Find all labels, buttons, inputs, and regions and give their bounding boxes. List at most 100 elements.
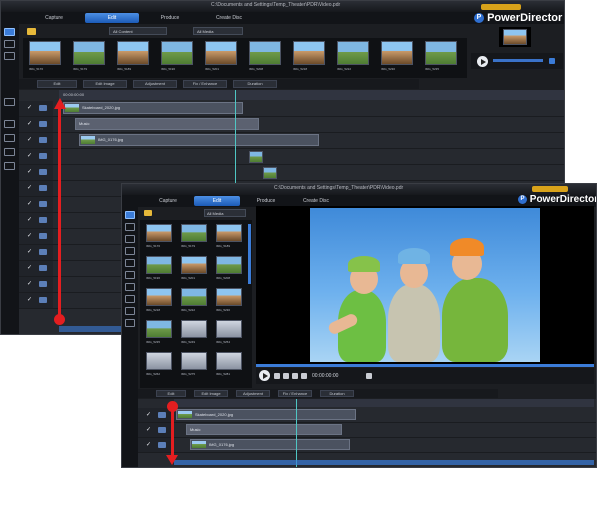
timeline-clip[interactable] [249,151,263,163]
library-thumb[interactable] [216,256,242,274]
check-icon[interactable]: ✓ [27,153,33,159]
media-room-icon[interactable] [125,211,135,219]
library-scrollbar[interactable] [248,224,251,284]
front-tab-create-disc[interactable]: Create Disc [292,196,340,206]
library-thumb[interactable] [117,41,149,65]
library-thumb[interactable] [73,41,105,65]
library-thumb[interactable] [381,41,413,65]
check-icon[interactable]: ✓ [146,412,152,418]
check-icon[interactable]: ✓ [27,233,33,239]
play-icon[interactable] [477,56,488,67]
library-thumb[interactable] [425,41,457,65]
subtitle-room-icon[interactable] [125,319,135,327]
duration-button[interactable]: Duration [233,80,277,88]
snapshot-icon[interactable] [366,373,372,379]
preview-scrub-bar[interactable] [256,364,594,367]
audio-thumb[interactable] [146,352,172,370]
folder-icon[interactable] [144,210,152,216]
pip-room-icon[interactable] [125,235,135,243]
adjustment-button[interactable]: Adjustment [133,80,177,88]
title-room-icon[interactable] [125,259,135,267]
check-icon[interactable]: ✓ [146,442,152,448]
front-tab-edit[interactable]: Edit [194,196,240,206]
upgrade-badge[interactable] [481,4,521,10]
library-thumb[interactable] [146,320,172,338]
check-icon[interactable]: ✓ [27,185,33,191]
pip-room-icon[interactable] [4,52,15,60]
front-tab-produce[interactable]: Produce [244,196,288,206]
audio-thumb[interactable] [181,320,207,338]
library-thumb[interactable] [181,256,207,274]
stop-icon[interactable] [274,373,280,379]
prev-frame-icon[interactable] [283,373,289,379]
back-tab-capture[interactable]: Capture [29,13,79,23]
check-icon[interactable]: ✓ [27,217,33,223]
play-icon[interactable] [259,370,270,381]
edit-image-button[interactable]: Edit Image [83,80,127,88]
timeline-clip[interactable]: Skateboard_2020.jpg [63,102,243,114]
fix-enhance-button[interactable]: Fix / Enhance [183,80,227,88]
library-thumb[interactable] [161,41,193,65]
front-tab-capture[interactable]: Capture [146,196,190,206]
folder-icon[interactable] [27,28,36,35]
library-thumb[interactable] [146,224,172,242]
check-icon[interactable]: ✓ [27,169,33,175]
timeline-playhead[interactable] [296,399,297,467]
library-thumb[interactable] [337,41,369,65]
check-icon[interactable]: ✓ [146,427,152,433]
timeline-clip[interactable]: Skateboard_2020.jpg [176,409,356,420]
audio-thumb[interactable] [216,352,242,370]
check-icon[interactable]: ✓ [27,281,33,287]
library-thumb[interactable] [146,256,172,274]
next-frame-icon[interactable] [292,373,298,379]
timeline-clip[interactable]: Music [75,118,259,130]
particle-room-icon[interactable] [4,120,15,128]
edit-button[interactable]: Edit [156,390,186,397]
effects-room-icon[interactable] [4,40,15,48]
timeline-ruler[interactable] [174,399,594,407]
timeline-clip[interactable]: Music [186,424,342,435]
audio-thumb[interactable] [181,352,207,370]
transition-room-icon[interactable] [125,271,135,279]
check-icon[interactable]: ✓ [27,121,33,127]
library-thumb[interactable] [205,41,237,65]
duration-button[interactable]: Duration [320,390,354,397]
back-scrub-bar[interactable] [493,59,543,62]
fast-forward-icon[interactable] [301,373,307,379]
edit-image-button[interactable]: Edit Image [194,390,228,397]
library-thumb[interactable] [29,41,61,65]
back-tab-produce[interactable]: Produce [145,13,195,23]
library-thumb[interactable] [216,288,242,306]
back-tab-edit[interactable]: Edit [85,13,139,23]
check-icon[interactable]: ✓ [27,137,33,143]
edit-button[interactable]: Edit [37,80,77,88]
library-thumb[interactable] [216,224,242,242]
timeline-clip[interactable] [263,167,277,179]
library-thumb[interactable] [249,41,281,65]
title-room-icon[interactable] [4,134,15,142]
transition-room-icon[interactable] [4,148,15,156]
back-tab-create-disc[interactable]: Create Disc [201,13,257,23]
audio-thumb[interactable] [216,320,242,338]
voice-over-icon[interactable] [125,295,135,303]
timeline-ruler[interactable]: 00:00:00:00 [59,90,564,100]
chapter-room-icon[interactable] [125,307,135,315]
timeline-clip[interactable]: IMG_0176.jpg [79,134,319,146]
media-room-icon[interactable] [4,28,15,36]
particle-room-icon[interactable] [125,247,135,255]
timeline-scrollbar[interactable] [174,460,594,465]
effects-room-icon[interactable] [125,223,135,231]
check-icon[interactable]: ✓ [27,265,33,271]
media-filter-dropdown[interactable]: All Media [193,27,243,35]
library-thumb[interactable] [293,41,325,65]
library-thumb[interactable] [146,288,172,306]
library-thumb[interactable] [181,288,207,306]
adjustment-button[interactable]: Adjustment [236,390,270,397]
fullscreen-icon[interactable] [549,58,555,64]
check-icon[interactable]: ✓ [27,201,33,207]
content-filter-dropdown[interactable]: All Content [109,27,167,35]
audio-mixing-icon[interactable] [4,162,15,170]
check-icon[interactable]: ✓ [27,297,33,303]
check-icon[interactable]: ✓ [27,105,33,111]
timeline-clip[interactable]: IMG_0176.jpg [190,439,350,450]
